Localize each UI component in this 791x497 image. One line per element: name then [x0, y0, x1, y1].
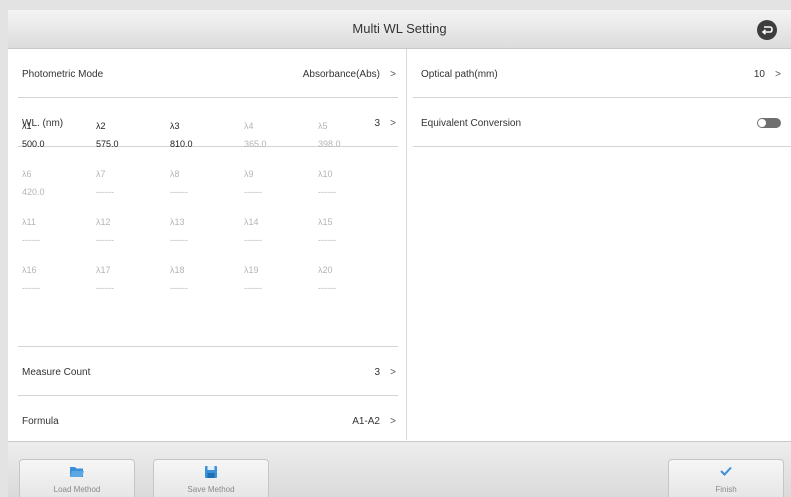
right-settings-panel: Optical path(mm) 10 > Equivalent Convers… [407, 49, 791, 440]
equivalent-conversion-label: Equivalent Conversion [421, 118, 522, 129]
wavelength-name: λ6 [22, 169, 32, 179]
wavelength-cell[interactable]: λ20 ------ [318, 265, 392, 305]
load-method-label: Load Method [53, 485, 101, 494]
wavelength-cell[interactable]: λ11 ------ [22, 217, 96, 257]
wavelength-name: λ15 [318, 217, 333, 227]
wavelength-cell[interactable]: λ8 ------ [170, 169, 244, 209]
wavelength-value: 365.0 [244, 139, 267, 149]
wavelength-value: ------ [22, 283, 40, 293]
save-method-button[interactable]: Save Method [153, 459, 269, 497]
wavelength-name: λ13 [170, 217, 185, 227]
folder-open-icon [70, 467, 84, 477]
wavelength-name: λ20 [318, 265, 333, 275]
wavelength-value: ------ [170, 187, 188, 197]
save-disk-icon [205, 466, 217, 478]
page-title: Multi WL Setting [352, 21, 447, 36]
wavelength-cell[interactable]: λ18 ------ [170, 265, 244, 305]
wavelength-cell[interactable]: λ10 ------ [318, 169, 392, 209]
equivalent-conversion-row: Equivalent Conversion [407, 98, 791, 146]
wavelength-cell[interactable]: λ5 398.0 [318, 121, 392, 161]
finish-label: Finish [715, 485, 737, 494]
measure-count-value: 3 [374, 367, 380, 378]
optical-path-row[interactable]: Optical path(mm) 10 > [407, 49, 791, 97]
wavelength-name: λ3 [170, 121, 180, 131]
wavelength-cell[interactable]: λ9 ------ [244, 169, 318, 209]
save-method-label: Save Method [187, 485, 235, 494]
photometric-mode-row[interactable]: Photometric Mode Absorbance(Abs) > [8, 49, 406, 97]
wavelength-cell[interactable]: λ16 ------ [22, 265, 96, 305]
wavelength-cell[interactable]: λ3 810.0 [170, 121, 244, 161]
wavelength-cell[interactable]: λ4 365.0 [244, 121, 318, 161]
wavelength-value: 810.0 [170, 139, 193, 149]
wavelength-value: ------ [244, 187, 262, 197]
wavelength-name: λ10 [318, 169, 333, 179]
chevron-right-icon: > [390, 416, 396, 427]
wavelength-value: ------ [96, 187, 114, 197]
divider [413, 146, 791, 147]
multi-wl-setting-window: Multi WL Setting Photometric Mode Absorb… [8, 10, 791, 497]
wavelength-cell[interactable]: λ7 ------ [96, 169, 170, 209]
title-bar: Multi WL Setting [8, 10, 791, 49]
measure-count-row[interactable]: Measure Count 3 > [8, 347, 406, 395]
wavelength-value: 420.0 [22, 187, 45, 197]
finish-button[interactable]: Finish [668, 459, 784, 497]
photometric-mode-label: Photometric Mode [22, 69, 104, 80]
wavelength-value: ------ [244, 283, 262, 293]
chevron-right-icon: > [390, 367, 396, 378]
wavelength-name: λ17 [96, 265, 111, 275]
wavelength-cell[interactable]: λ19 ------ [244, 265, 318, 305]
wavelength-name: λ14 [244, 217, 259, 227]
back-return-icon [761, 26, 773, 35]
wavelength-name: λ1 [22, 121, 32, 131]
optical-path-value: 10 [753, 69, 765, 80]
wavelength-name: λ19 [244, 265, 259, 275]
wavelength-value: ------ [170, 283, 188, 293]
wavelength-value: ------ [170, 235, 188, 245]
wavelength-name: λ7 [96, 169, 106, 179]
load-method-button[interactable]: Load Method [19, 459, 135, 497]
wavelength-cell[interactable]: λ2 575.0 [96, 121, 170, 161]
photometric-mode-value: Absorbance(Abs) [302, 69, 380, 80]
optical-path-label: Optical path(mm) [421, 69, 498, 80]
wavelength-value: ------ [96, 283, 114, 293]
equivalent-conversion-toggle[interactable] [757, 118, 781, 128]
wavelength-cell[interactable]: λ6 420.0 [22, 169, 96, 209]
wavelength-cell[interactable]: λ12 ------ [96, 217, 170, 257]
toggle-knob [758, 119, 766, 127]
wavelength-name: λ16 [22, 265, 37, 275]
wavelength-name: λ9 [244, 169, 254, 179]
wavelength-name: λ2 [96, 121, 106, 131]
wavelength-value: ------ [318, 187, 336, 197]
wavelength-name: λ5 [318, 121, 328, 131]
formula-value: A1-A2 [352, 416, 380, 427]
wavelength-value: ------ [96, 235, 114, 245]
formula-row[interactable]: Formula A1-A2 > [8, 396, 406, 444]
wavelength-name: λ12 [96, 217, 111, 227]
wavelength-value: ------ [318, 283, 336, 293]
wavelength-name: λ8 [170, 169, 180, 179]
chevron-right-icon: > [390, 69, 396, 80]
wavelength-cell[interactable]: λ17 ------ [96, 265, 170, 305]
checkmark-icon [720, 466, 732, 476]
wavelength-value: ------ [318, 235, 336, 245]
wavelength-value: ------ [244, 235, 262, 245]
back-button[interactable] [757, 20, 777, 40]
formula-label: Formula [22, 416, 59, 427]
wavelength-cell[interactable]: λ14 ------ [244, 217, 318, 257]
wavelength-cell[interactable]: λ13 ------ [170, 217, 244, 257]
wavelength-value: 398.0 [318, 139, 341, 149]
wavelength-name: λ4 [244, 121, 254, 131]
wavelength-cell[interactable]: λ1 500.0 [22, 121, 96, 161]
wavelength-name: λ18 [170, 265, 185, 275]
measure-count-label: Measure Count [22, 367, 91, 378]
chevron-right-icon: > [775, 69, 781, 80]
wavelength-cell[interactable]: λ15 ------ [318, 217, 392, 257]
wavelength-name: λ11 [22, 217, 36, 227]
wavelength-value: ------ [22, 235, 40, 245]
left-settings-panel: Photometric Mode Absorbance(Abs) > WL. (… [8, 49, 406, 440]
wavelength-value: 500.0 [22, 139, 45, 149]
bottom-toolbar: Load Method Save Method Finish [8, 441, 791, 497]
wavelength-value: 575.0 [96, 139, 119, 149]
